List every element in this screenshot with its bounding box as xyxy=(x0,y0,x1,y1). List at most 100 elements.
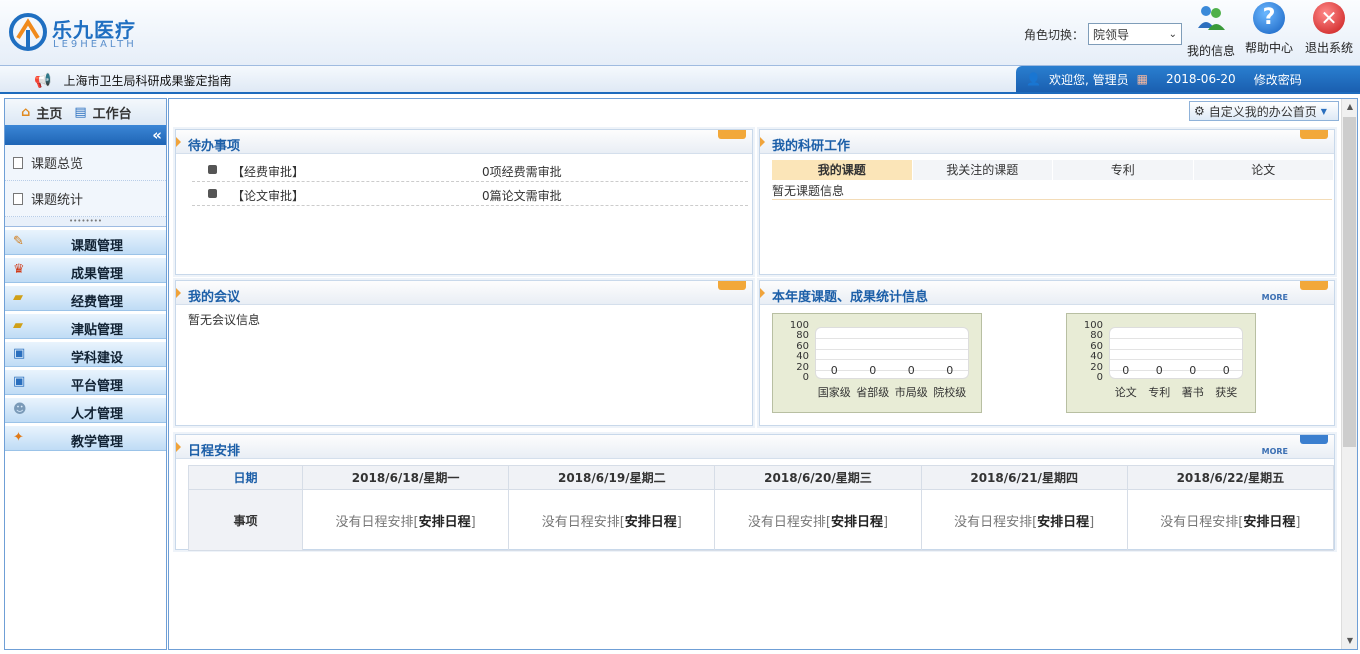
gridline xyxy=(1110,348,1242,350)
arrange-schedule-link[interactable]: 安排日程 xyxy=(625,515,677,530)
sidebar-item-label: 平台管理 xyxy=(71,379,124,394)
people-icon: ☻ xyxy=(13,402,27,417)
more-link[interactable]: MORE xyxy=(1262,447,1288,456)
sidebar-subitem-overview[interactable]: 课题总览 xyxy=(5,145,166,181)
change-password-link[interactable]: 修改密码 xyxy=(1254,71,1302,88)
computer-user-icon: ▣ xyxy=(13,374,26,389)
schedule-panel: 日程安排 MORE 日期 2018/6/18/星期一 2018/6/19/星期二… xyxy=(175,434,1335,551)
sidebar-item-discipline-construction[interactable]: ▣ 学科建设 xyxy=(5,341,166,367)
role-select-value: 院领导 xyxy=(1093,27,1130,42)
y-tick-label: 80 xyxy=(1090,330,1103,342)
data-label: 0 xyxy=(1222,364,1230,377)
todo-label: 【经费审批】 xyxy=(232,165,305,179)
role-select[interactable]: 院领导 ⌄ xyxy=(1088,23,1183,45)
arrange-schedule-link[interactable]: 安排日程 xyxy=(419,515,471,530)
data-label: 0 xyxy=(1189,364,1197,377)
tab-papers[interactable]: 论文 xyxy=(1193,160,1334,180)
folder-icon: ▰ xyxy=(13,290,23,305)
panel-title: 待办事项 xyxy=(188,139,241,154)
exit-button[interactable]: ✕ 退出系统 xyxy=(1302,2,1356,60)
todo-panel: 待办事项 【经费审批】 0项经费需审批 【论文审批】 0篇论文需审批 xyxy=(175,129,753,275)
sidebar-item-platform-management[interactable]: ▣ 平台管理 xyxy=(5,369,166,395)
x-tick-label: 院校级 xyxy=(933,386,967,399)
todo-item[interactable]: 【经费审批】 0项经费需审批 xyxy=(192,158,748,182)
y-tick-label: 60 xyxy=(1090,340,1103,352)
tab-my-projects[interactable]: 我的课题 xyxy=(772,160,913,180)
main-content: ⚙ 自定义我的办公首页 ▼ ▲ ▼ 待办事项 【经费审批】 0项经费需审批 【论… xyxy=(168,98,1358,650)
more-link[interactable]: MORE xyxy=(1262,293,1288,302)
tab-patents[interactable]: 专利 xyxy=(1053,160,1194,180)
sidebar-item-project-management[interactable]: ✎ 课题管理 xyxy=(5,229,166,255)
sidebar-item-teaching-management[interactable]: ✦ 教学管理 xyxy=(5,425,166,451)
data-label: 0 xyxy=(1122,364,1130,377)
x-tick-label: 著书 xyxy=(1181,386,1204,399)
tab-home[interactable]: ⌂ 主页 xyxy=(21,103,62,122)
schedule-cell: 没有日程安排[安排日程] xyxy=(920,489,1128,551)
arrange-schedule-link[interactable]: 安排日程 xyxy=(831,515,883,530)
close-icon[interactable] xyxy=(1300,130,1328,139)
schedule-day-header: 2018/6/22/星期五 xyxy=(1126,464,1335,491)
sidebar-item-allowance-management[interactable]: ▰ 津贴管理 xyxy=(5,313,166,339)
help-center-label: 帮助中心 xyxy=(1244,41,1293,55)
arrow-icon xyxy=(760,288,765,298)
no-schedule-text: 没有日程安排 xyxy=(954,514,1033,530)
home-icon: ⌂ xyxy=(21,104,31,120)
my-info-button[interactable]: 我的信息 xyxy=(1184,2,1238,60)
collapse-icon[interactable]: « xyxy=(152,126,162,144)
schedule-cell: 没有日程安排[安排日程] xyxy=(1126,489,1335,551)
close-icon[interactable] xyxy=(718,281,746,290)
scroll-down-icon[interactable]: ▼ xyxy=(1342,633,1358,649)
close-icon[interactable] xyxy=(718,130,746,139)
user-bar: 👤 欢迎您, 管理员 ▦ 2018-06-20 修改密码 xyxy=(1016,66,1360,92)
sidebar-item-label: 课题管理 xyxy=(71,239,124,254)
current-date: 2018-06-20 xyxy=(1165,72,1236,86)
arrow-icon xyxy=(760,137,765,147)
tab-followed-projects[interactable]: 我关注的课题 xyxy=(912,160,1053,180)
y-tick-label: 20 xyxy=(1090,361,1103,373)
todo-item[interactable]: 【论文审批】 0篇论文需审批 xyxy=(192,182,748,206)
sidebar-item-label: 津贴管理 xyxy=(71,323,124,338)
panel-title: 我的会议 xyxy=(188,290,241,305)
header: 乐九医疗 LE9HEALTH 角色切换： 院领导 ⌄ 我的信息 ? 帮助中心 ✕… xyxy=(0,0,1360,66)
sidebar-item-label: 成果管理 xyxy=(71,267,124,282)
sidebar-tabs: ⌂ 主页 ▤ 工作台 xyxy=(5,99,166,125)
tab-workbench-label: 工作台 xyxy=(92,106,132,122)
sidebar-item-achievement-management[interactable]: ♛ 成果管理 xyxy=(5,257,166,283)
tab-workbench[interactable]: ▤ 工作台 xyxy=(74,103,131,122)
panel-header: 我的会议 xyxy=(176,281,752,305)
item-label: 事项 xyxy=(188,489,303,551)
date-label: 日期 xyxy=(188,464,303,491)
document-icon xyxy=(13,156,23,169)
arrange-schedule-link[interactable]: 安排日程 xyxy=(1243,515,1295,530)
sidebar-subitem-statistics[interactable]: 课题统计 xyxy=(5,181,166,217)
chevron-down-icon: ⌄ xyxy=(1168,28,1178,40)
exit-label: 退出系统 xyxy=(1304,41,1353,55)
schedule-day-header: 2018/6/18/星期一 xyxy=(301,464,510,491)
sidebar-splitter[interactable]: •••••••• xyxy=(5,217,166,227)
logo[interactable]: 乐九医疗 LE9HEALTH xyxy=(8,10,158,56)
scroll-up-icon[interactable]: ▲ xyxy=(1342,99,1358,115)
panel-header: 本年度课题、成果统计信息 MORE xyxy=(760,281,1334,305)
y-tick-label: 0 xyxy=(802,372,809,383)
scrollbar-thumb[interactable] xyxy=(1343,117,1356,447)
x-tick-label: 省部级 xyxy=(856,386,890,399)
customize-home-button[interactable]: ⚙ 自定义我的办公首页 ▼ xyxy=(1189,101,1339,121)
sidebar-item-talent-management[interactable]: ☻ 人才管理 xyxy=(5,397,166,423)
caret-down-icon: ▼ xyxy=(1320,106,1327,116)
computer-user-icon: ▣ xyxy=(13,346,26,361)
gridline xyxy=(1110,338,1242,340)
help-center-button[interactable]: ? 帮助中心 xyxy=(1242,2,1296,60)
arrange-schedule-link[interactable]: 安排日程 xyxy=(1037,515,1089,530)
tab-home-label: 主页 xyxy=(36,106,63,122)
minimize-icon[interactable] xyxy=(1300,435,1328,444)
sidebar-item-funding-management[interactable]: ▰ 经费管理 xyxy=(5,285,166,311)
help-icon: ? xyxy=(1253,2,1285,34)
vertical-scrollbar[interactable]: ▲ ▼ xyxy=(1341,99,1357,649)
arrow-icon xyxy=(176,137,181,147)
data-label: 0 xyxy=(830,364,838,377)
y-tick-label: 100 xyxy=(789,320,809,331)
my-info-label: 我的信息 xyxy=(1186,44,1235,58)
notice[interactable]: 📢 上海市卫生局科研成果鉴定指南 xyxy=(34,72,231,89)
close-icon[interactable] xyxy=(1300,281,1328,290)
bullet-icon xyxy=(208,189,217,198)
